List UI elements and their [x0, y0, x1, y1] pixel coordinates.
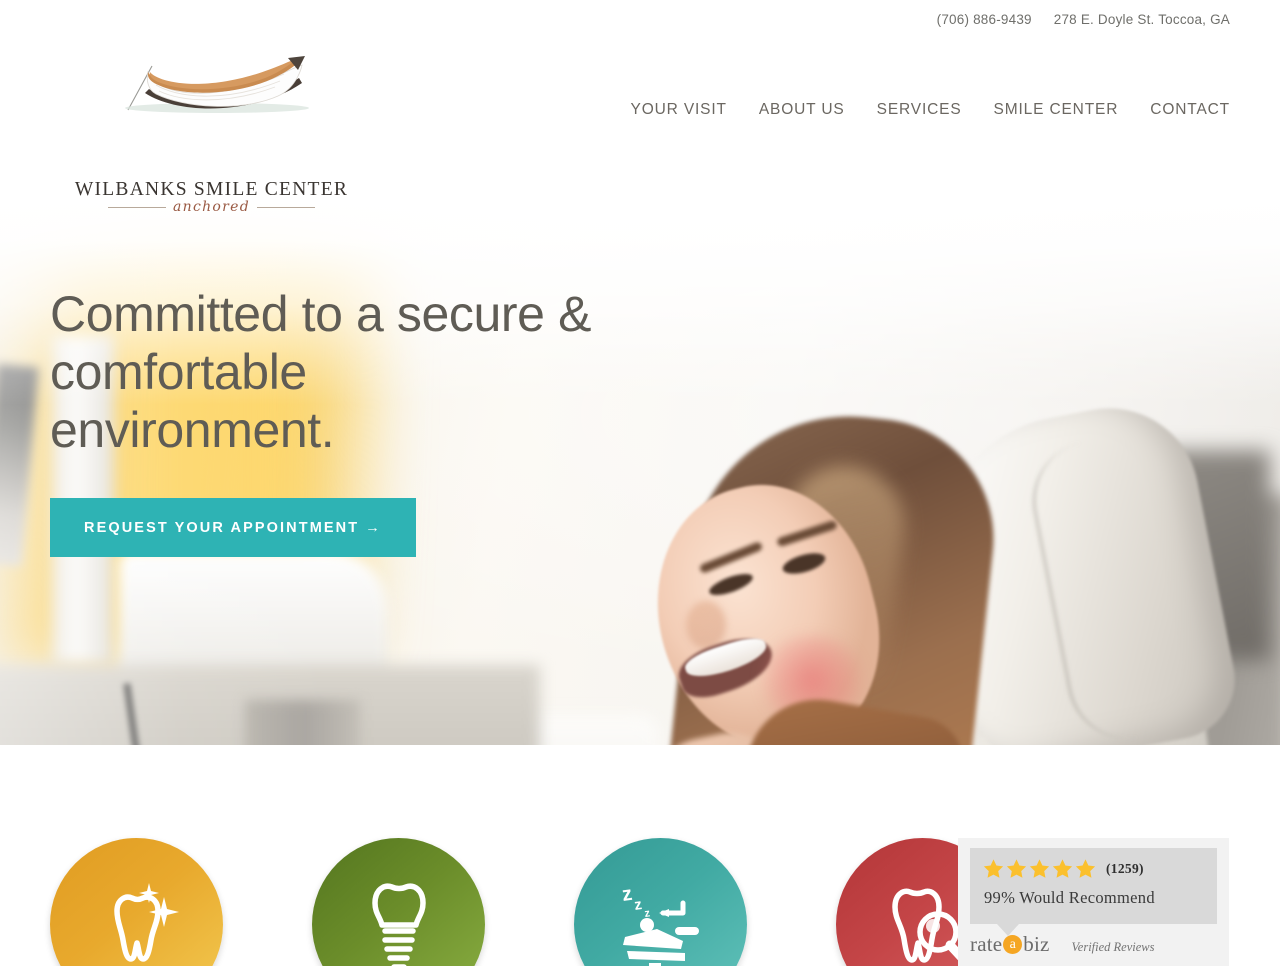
- logo-tagline-wrap: anchored: [74, 200, 349, 214]
- logo-rule-left: [108, 207, 166, 208]
- header-contact-bar: (706) 886-9439 278 E. Doyle St. Toccoa, …: [937, 12, 1230, 27]
- star-icon: [1052, 858, 1073, 879]
- hero-headline-line-3: environment.: [50, 402, 334, 458]
- svg-text:z: z: [620, 882, 633, 905]
- main-navigation: YOUR VISIT ABOUT US SERVICES SMILE CENTE…: [615, 101, 1231, 119]
- rowboat-icon: [92, 52, 317, 114]
- star-icon: [983, 858, 1004, 879]
- rateabiz-review-widget[interactable]: (1259) 99% Would Recommend rateabiz Veri…: [958, 838, 1229, 966]
- service-cosmetic-dentistry[interactable]: [50, 838, 223, 966]
- office-address[interactable]: 278 E. Doyle St. Toccoa, GA: [1054, 12, 1230, 27]
- hero-headline: Committed to a secure & comfortable envi…: [50, 285, 670, 459]
- service-cosmetic-circle[interactable]: [50, 838, 223, 966]
- nav-about-us[interactable]: ABOUT US: [743, 101, 861, 119]
- service-sedation-circle[interactable]: z z z: [574, 838, 747, 966]
- dental-implant-icon: [349, 875, 449, 966]
- nav-smile-center[interactable]: SMILE CENTER: [978, 101, 1135, 119]
- rateabiz-logo-post: biz: [1023, 934, 1049, 955]
- review-footer: rateabiz Verified Reviews: [970, 934, 1220, 955]
- star-icon: [1006, 858, 1027, 879]
- sparkling-tooth-icon: [87, 875, 187, 966]
- hero-headline-line-2: comfortable: [50, 344, 307, 400]
- nav-services[interactable]: SERVICES: [861, 101, 978, 119]
- service-implants-circle[interactable]: [312, 838, 485, 966]
- hero-content: Committed to a secure & comfortable envi…: [50, 285, 670, 557]
- service-icon-row: z z z: [50, 838, 1009, 966]
- rateabiz-logo-badge: a: [1003, 935, 1022, 954]
- review-star-rating: (1259): [983, 858, 1144, 879]
- hero-headline-line-1: Committed to a secure &: [50, 286, 591, 342]
- review-bubble: (1259) 99% Would Recommend: [970, 848, 1217, 924]
- svg-text:z: z: [633, 896, 643, 914]
- logo-title: WILBANKS SMILE CENTER: [74, 180, 349, 200]
- rateabiz-logo-pre: rate: [970, 934, 1002, 955]
- star-icon: [1075, 858, 1096, 879]
- service-sedation-dentistry[interactable]: z z z: [574, 838, 747, 966]
- request-appointment-button[interactable]: REQUEST YOUR APPOINTMENT →: [50, 498, 416, 557]
- review-recommend-text: 99% Would Recommend: [984, 888, 1155, 908]
- logo-rule-right: [257, 207, 315, 208]
- logo-tagline: anchored: [173, 200, 250, 214]
- nav-your-visit[interactable]: YOUR VISIT: [615, 101, 743, 119]
- phone-number[interactable]: (706) 886-9439: [937, 12, 1032, 27]
- rateabiz-logo[interactable]: rateabiz: [970, 934, 1050, 955]
- hero-banner: Committed to a secure & comfortable envi…: [0, 195, 1280, 745]
- site-header: (706) 886-9439 278 E. Doyle St. Toccoa, …: [0, 0, 1280, 195]
- service-dental-implants[interactable]: [312, 838, 485, 966]
- sedation-chair-icon: z z z: [611, 875, 711, 966]
- review-count: (1259): [1106, 861, 1144, 877]
- verified-reviews-label: Verified Reviews: [1072, 940, 1155, 955]
- site-logo[interactable]: WILBANKS SMILE CENTER anchored: [74, 52, 349, 167]
- star-icon: [1029, 858, 1050, 879]
- nav-contact[interactable]: CONTACT: [1134, 101, 1230, 119]
